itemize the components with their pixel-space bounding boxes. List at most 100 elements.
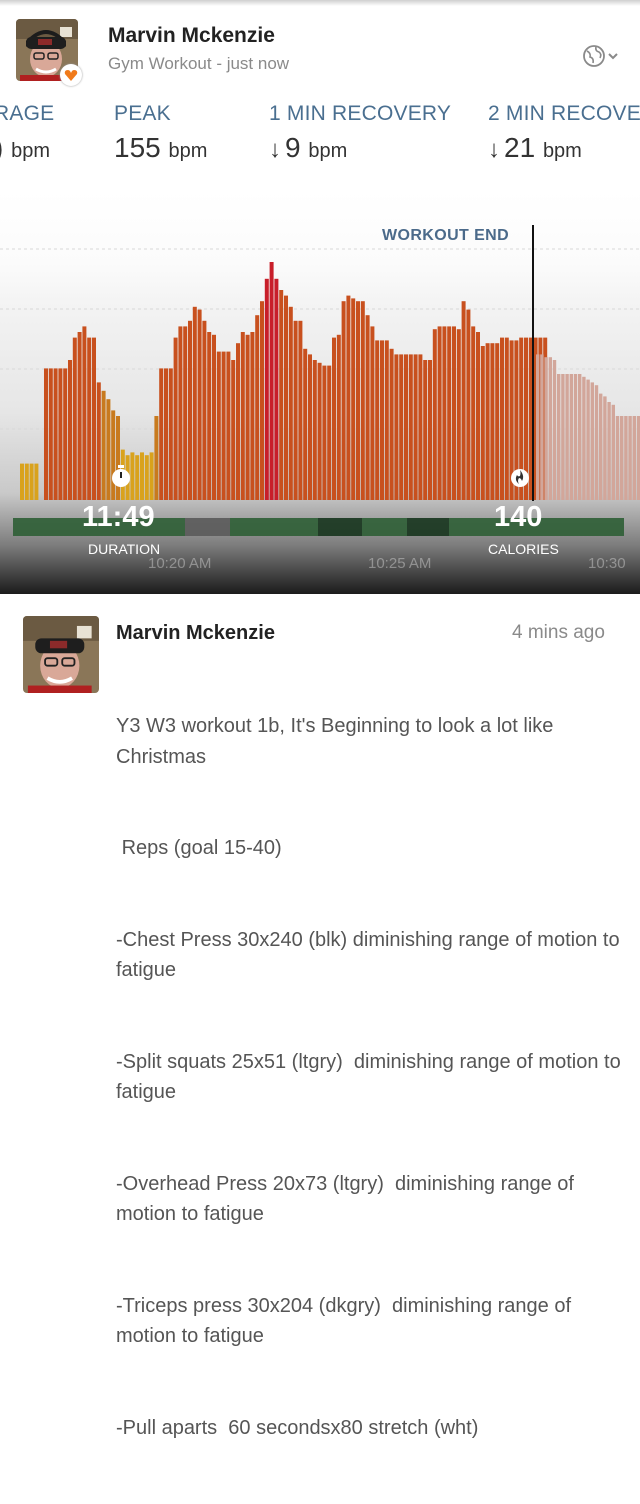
hr-bar — [192, 306, 197, 500]
post-workout-bar — [552, 360, 557, 500]
stat-label: 1 MIN RECOVERY — [269, 102, 452, 125]
comment-line: -Triceps press 30x204 (dkgry) diminishin… — [116, 1294, 577, 1348]
hr-bar — [188, 320, 192, 500]
hr-bar — [221, 351, 226, 500]
down-arrow-icon: ↓ — [488, 136, 500, 163]
post-workout-bar — [561, 374, 565, 500]
post-workout-bar — [628, 416, 632, 500]
heart-rate-chart[interactable]: WORKOUT END 11:49 DURATION 140 CALORIES … — [0, 191, 640, 594]
stat-label: RAGE — [0, 102, 55, 125]
hr-bar — [68, 360, 72, 500]
hr-bar — [365, 315, 370, 500]
hr-bar — [24, 463, 29, 500]
hr-bar — [29, 463, 34, 500]
post-workout-bar — [599, 393, 603, 500]
hr-bar — [332, 337, 336, 500]
hr-bar — [384, 340, 389, 500]
hr-bar — [418, 354, 423, 500]
hr-bar — [245, 334, 250, 500]
stat-value: 155 — [114, 132, 161, 163]
hr-bar — [298, 320, 303, 500]
workout-end-label: WORKOUT END — [382, 227, 510, 244]
hr-bar — [269, 262, 274, 500]
hr-bar — [423, 360, 428, 500]
chevron-down-icon — [608, 53, 618, 60]
hr-bar — [87, 337, 92, 500]
hr-bar — [20, 463, 24, 500]
hr-bar — [336, 334, 341, 500]
hr-bar — [490, 343, 495, 500]
hr-bar — [288, 306, 293, 500]
hr-bar — [173, 337, 178, 500]
stat-unit: bpm — [542, 140, 582, 162]
hr-bar — [500, 337, 504, 500]
time-label: 10:20 AM — [148, 555, 212, 572]
hr-bar — [63, 368, 68, 500]
stat-value: ) — [0, 132, 3, 163]
privacy-selector[interactable] — [582, 44, 620, 68]
hr-zone-segment — [185, 518, 230, 536]
hr-bar — [442, 326, 447, 500]
post-workout-bar — [607, 402, 611, 500]
hr-bar — [154, 416, 159, 500]
hr-bar — [394, 354, 399, 500]
hr-bar — [144, 455, 149, 500]
hr-bar — [356, 301, 360, 500]
hr-bar — [168, 368, 173, 500]
comment-avatar[interactable] — [23, 616, 99, 693]
user-name[interactable]: Marvin Mckenzie — [108, 24, 275, 48]
hr-bar — [480, 346, 485, 500]
comment-post: Marvin Mckenzie 4 mins ago Y3 W3 workout… — [0, 594, 640, 1439]
hr-bar — [404, 354, 408, 500]
hr-bar — [72, 337, 77, 500]
activity-subtitle: Gym Workout - just now — [108, 54, 290, 73]
hr-bar — [207, 332, 212, 500]
hr-bar — [274, 278, 279, 500]
hr-bar — [44, 368, 48, 500]
stat-1-min-recovery: 1 MIN RECOVERY ↓ 9 bpm — [269, 102, 451, 164]
hr-bar — [346, 295, 351, 500]
calories-label: CALORIES — [488, 541, 559, 557]
stat-unit: bpm — [168, 140, 208, 162]
hr-bar — [461, 301, 466, 500]
comment-line: -Chest Press 30x240 (blk) diminishing ra… — [116, 928, 626, 982]
duration-value: 11:49 — [82, 501, 155, 533]
post-workout-bar — [632, 416, 636, 500]
hr-bar — [250, 332, 255, 500]
hr-bar — [485, 343, 490, 500]
post-workout-bar — [590, 382, 594, 500]
hr-bar — [53, 368, 58, 500]
comment-time: 4 mins ago — [512, 622, 605, 643]
hr-bar — [495, 343, 500, 500]
stat-2-min-recovery: 2 MIN RECOVE ↓ 21 bpm — [488, 102, 640, 164]
activity-header: Marvin Mckenzie Gym Workout - just now — [0, 6, 640, 96]
hr-bar — [77, 332, 82, 500]
hr-bar — [279, 290, 284, 500]
hr-bar — [452, 326, 456, 500]
hr-bar — [178, 326, 183, 500]
hr-bar — [82, 326, 87, 500]
post-workout-bar — [544, 357, 548, 500]
hr-bar — [408, 354, 413, 500]
hr-bar — [284, 295, 288, 500]
post-workout-bar — [548, 357, 552, 500]
hr-bar — [476, 332, 480, 500]
hr-bar — [432, 329, 437, 500]
down-arrow-icon: ↓ — [269, 136, 281, 163]
post-workout-bar — [569, 374, 573, 500]
hr-bar — [197, 309, 202, 500]
post-workout-bar — [565, 374, 569, 500]
time-label: 10:25 AM — [368, 555, 432, 572]
calories-value: 140 — [494, 501, 543, 533]
hr-bar — [447, 326, 452, 500]
hr-bar — [360, 301, 365, 500]
comment-author[interactable]: Marvin Mckenzie — [116, 622, 275, 645]
globe-icon — [583, 45, 605, 67]
hr-bar — [370, 326, 375, 500]
stat-unit: bpm — [11, 140, 51, 162]
hr-bar — [264, 278, 269, 500]
hr-bar — [413, 354, 418, 500]
hr-bar — [317, 362, 322, 500]
post-workout-bar — [620, 416, 624, 500]
hr-bar — [466, 309, 471, 500]
